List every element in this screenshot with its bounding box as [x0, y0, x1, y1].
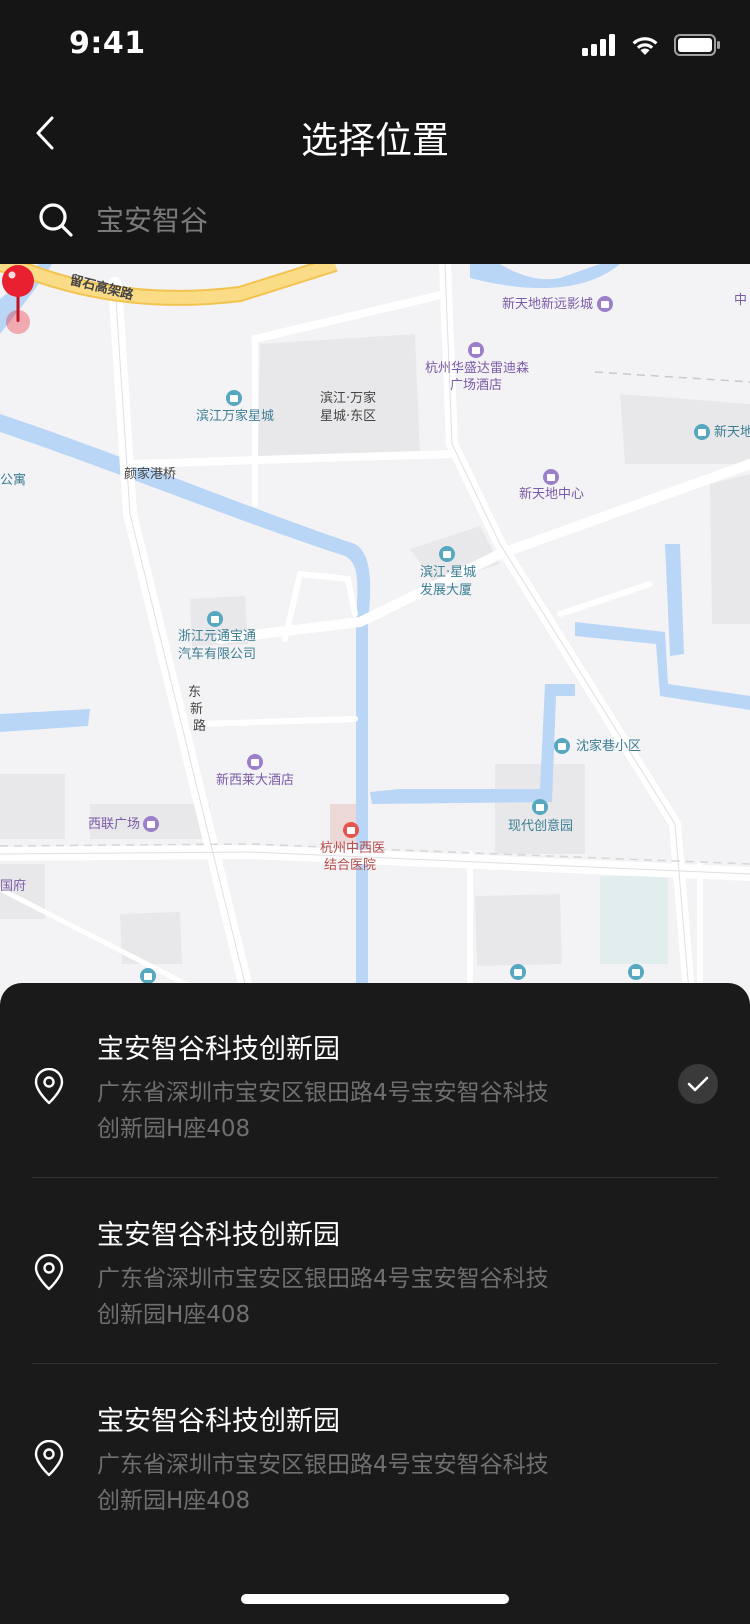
map-label: 中: [734, 293, 748, 308]
hotel-icon: [468, 342, 484, 358]
map-label: 路: [193, 719, 207, 734]
search-icon: [39, 203, 73, 237]
result-address: 广东省深圳市宝安区银田路4号宝安智谷科技创新园H座408: [97, 1266, 549, 1328]
map-label: 滨江·万家: [320, 391, 377, 406]
map-pin-icon[interactable]: [0, 264, 36, 334]
map-label: 滨江·星城: [420, 565, 477, 580]
park-icon: [628, 964, 644, 980]
hospital-icon: [343, 822, 359, 838]
map-label: 新: [190, 702, 204, 717]
status-time: 9:41: [69, 26, 146, 61]
map-label: 浙江元通宝通: [178, 629, 257, 644]
building-icon: [510, 964, 526, 980]
result-item[interactable]: 宝安智谷科技创新园 广东省深圳市宝安区银田路4号宝安智谷科技创新园H座408: [0, 983, 750, 1169]
page-title: 选择位置: [301, 119, 449, 162]
building-icon: [694, 424, 710, 440]
car-icon: [207, 611, 223, 627]
result-name: 宝安智谷科技创新园: [97, 1406, 340, 1437]
check-icon: [678, 1064, 718, 1104]
map-label: 新天地中心: [519, 487, 585, 502]
building-icon: [532, 799, 548, 815]
map-label: 国府: [0, 879, 27, 894]
results-sheet: 宝安智谷科技创新园 广东省深圳市宝安区银田路4号宝安智谷科技创新园H座408 宝…: [0, 983, 750, 1624]
status-icons: [582, 30, 720, 60]
map-label: 东: [188, 685, 202, 700]
map-label: 现代创意园: [508, 819, 574, 834]
result-address: 广东省深圳市宝安区银田路4号宝安智谷科技创新园H座408: [97, 1080, 549, 1142]
map-label: 结合医院: [324, 858, 377, 873]
building-icon: [226, 390, 242, 406]
shopping-icon: [143, 816, 159, 832]
result-address: 广东省深圳市宝安区银田路4号宝安智谷科技创新园H座408: [97, 1452, 549, 1514]
battery-icon: [674, 34, 720, 56]
search-bar: [0, 178, 750, 264]
result-name: 宝安智谷科技创新园: [97, 1220, 340, 1251]
cinema-icon: [597, 296, 613, 312]
building-icon: [140, 968, 156, 984]
map-label: 新西莱大酒店: [216, 773, 295, 788]
location-pin-icon: [34, 1068, 64, 1105]
map-label: 新天地新远影城: [502, 297, 594, 312]
map-label: 星城·东区: [320, 409, 377, 424]
building-icon: [554, 738, 570, 754]
result-name: 宝安智谷科技创新园: [97, 1034, 340, 1065]
location-pin-icon: [34, 1440, 64, 1477]
search-input[interactable]: [94, 196, 698, 244]
hotel-icon: [247, 754, 263, 770]
nav-bar: 选择位置: [0, 88, 750, 178]
result-item[interactable]: 宝安智谷科技创新园 广东省深圳市宝安区银田路4号宝安智谷科技创新园H座408: [0, 1169, 750, 1355]
building-icon: [439, 546, 455, 562]
signal-icon: [582, 34, 615, 56]
status-bar: 9:41: [0, 0, 750, 88]
map-label: 西联广场: [88, 817, 141, 832]
shopping-icon: [543, 469, 559, 485]
map-base: [0, 264, 750, 1004]
map-label: 公寓: [0, 473, 27, 488]
map-label: 滨江万家星城: [196, 409, 275, 424]
result-item[interactable]: 宝安智谷科技创新园 广东省深圳市宝安区银田路4号宝安智谷科技创新园H座408: [0, 1355, 750, 1541]
wifi-icon: [632, 37, 658, 55]
map-label: 新天地: [714, 425, 750, 440]
map-label: 广场酒店: [450, 378, 503, 393]
map-label: 杭州中西医: [320, 841, 386, 856]
map-view[interactable]: 留石高架路 新天地新远影城 中 杭州华盛达雷迪森 广场酒店 滨江·万家 星城·东…: [0, 264, 750, 1004]
map-label: 汽车有限公司: [178, 647, 257, 662]
map-label: 沈家巷小区: [576, 739, 642, 754]
map-label: 发展大厦: [420, 583, 473, 598]
home-indicator[interactable]: [241, 1594, 509, 1604]
map-label: 杭州华盛达雷迪森: [425, 361, 530, 376]
map-label: 颜家港桥: [124, 467, 177, 482]
location-pin-icon: [34, 1254, 64, 1291]
